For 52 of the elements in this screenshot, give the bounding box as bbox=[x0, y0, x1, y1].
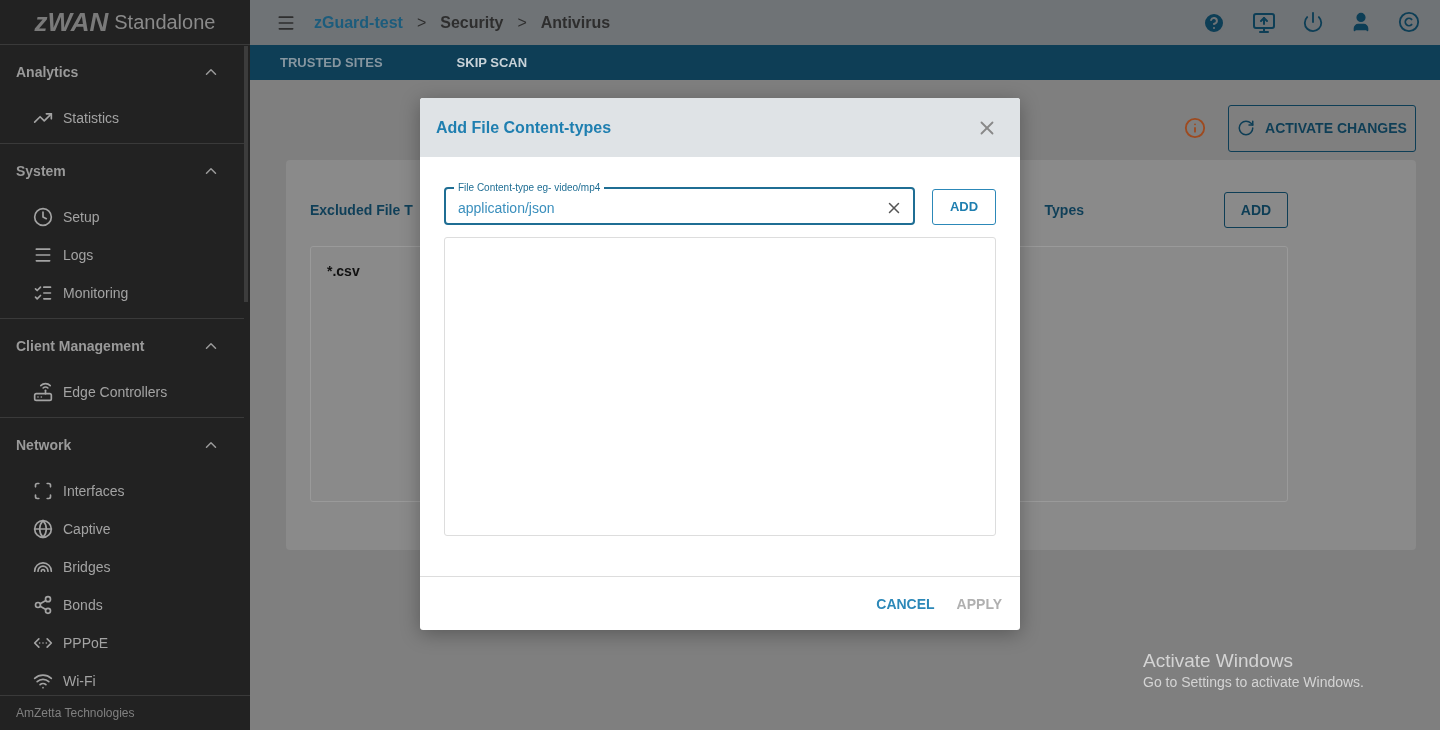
wifi-icon bbox=[33, 671, 53, 691]
sidebar-item[interactable]: Bridges bbox=[0, 548, 244, 586]
list-entry: *.csv bbox=[327, 263, 361, 279]
lines-icon bbox=[33, 245, 53, 265]
router-icon bbox=[33, 382, 53, 402]
sidebar-item[interactable]: Setup bbox=[0, 198, 244, 236]
text-input[interactable]: application/json bbox=[456, 198, 886, 217]
add-button[interactable]: ADD bbox=[1224, 192, 1288, 228]
refresh-icon bbox=[1237, 119, 1256, 137]
tab[interactable]: TRUSTED SITES bbox=[280, 55, 383, 70]
section-title: System bbox=[16, 163, 66, 179]
checklist-icon bbox=[33, 283, 53, 303]
activation-notice-text: Go to Settings to activate Windows. bbox=[1143, 674, 1364, 690]
sidebar-section-header[interactable]: Analytics bbox=[0, 45, 244, 99]
section-title: Analytics bbox=[16, 64, 79, 80]
info-icon[interactable] bbox=[1184, 117, 1206, 139]
sidebar-item[interactable]: Interfaces bbox=[0, 472, 244, 510]
panel-title: Types bbox=[1044, 202, 1084, 218]
clock-icon bbox=[33, 207, 53, 227]
sidebar-item[interactable]: Captive bbox=[0, 510, 244, 548]
sidebar-item[interactable]: Logs bbox=[0, 236, 244, 274]
tab[interactable]: SKIP SCAN bbox=[456, 55, 528, 70]
activation-notice-title: Activate Windows bbox=[1143, 650, 1294, 672]
sidebar-item[interactable]: Edge Controllers bbox=[0, 373, 244, 411]
field-label: File Content-type eg- video/mp4 bbox=[457, 182, 602, 194]
breadcrumb-item: Security bbox=[440, 13, 504, 32]
breadcrumb-separator: > bbox=[416, 13, 427, 32]
sidebar-item[interactable]: Monitoring bbox=[0, 274, 244, 312]
sidebar-item[interactable]: Bonds bbox=[0, 586, 244, 624]
sidebar-section-header[interactable]: Client Management bbox=[0, 319, 244, 373]
breadcrumb-separator: > bbox=[517, 13, 527, 32]
globe-icon bbox=[33, 519, 53, 539]
input-field[interactable]: File Content-type eg- video/mp4 application/json bbox=[444, 182, 916, 225]
copyright-icon[interactable] bbox=[1398, 10, 1420, 33]
panel-title: Excluded File T bbox=[310, 202, 413, 218]
share-icon bbox=[33, 595, 53, 615]
power-icon[interactable] bbox=[1302, 10, 1324, 33]
sidebar-section-header[interactable]: Network bbox=[0, 418, 244, 472]
logo-text: Standalone bbox=[114, 10, 216, 34]
sidebar-section-header[interactable]: System bbox=[0, 144, 244, 198]
sidebar-item[interactable]: Wi-Fi bbox=[0, 662, 244, 695]
logo-mark: zWAN bbox=[34, 6, 109, 38]
section-title: Client Management bbox=[16, 338, 145, 354]
sidebar-item[interactable]: PPPoE bbox=[0, 624, 244, 662]
cancel-button[interactable]: CANCEL bbox=[868, 587, 943, 620]
dialog-title: Add File Content-types bbox=[436, 118, 612, 137]
breadcrumb-item: Antivirus bbox=[540, 13, 611, 32]
section-title: Network bbox=[16, 437, 72, 453]
add-button[interactable]: ADD bbox=[932, 188, 996, 225]
dotted-square-icon bbox=[33, 481, 53, 501]
sidebar-item[interactable]: Statistics bbox=[0, 99, 244, 137]
monitor-plus-icon[interactable] bbox=[1252, 10, 1276, 35]
